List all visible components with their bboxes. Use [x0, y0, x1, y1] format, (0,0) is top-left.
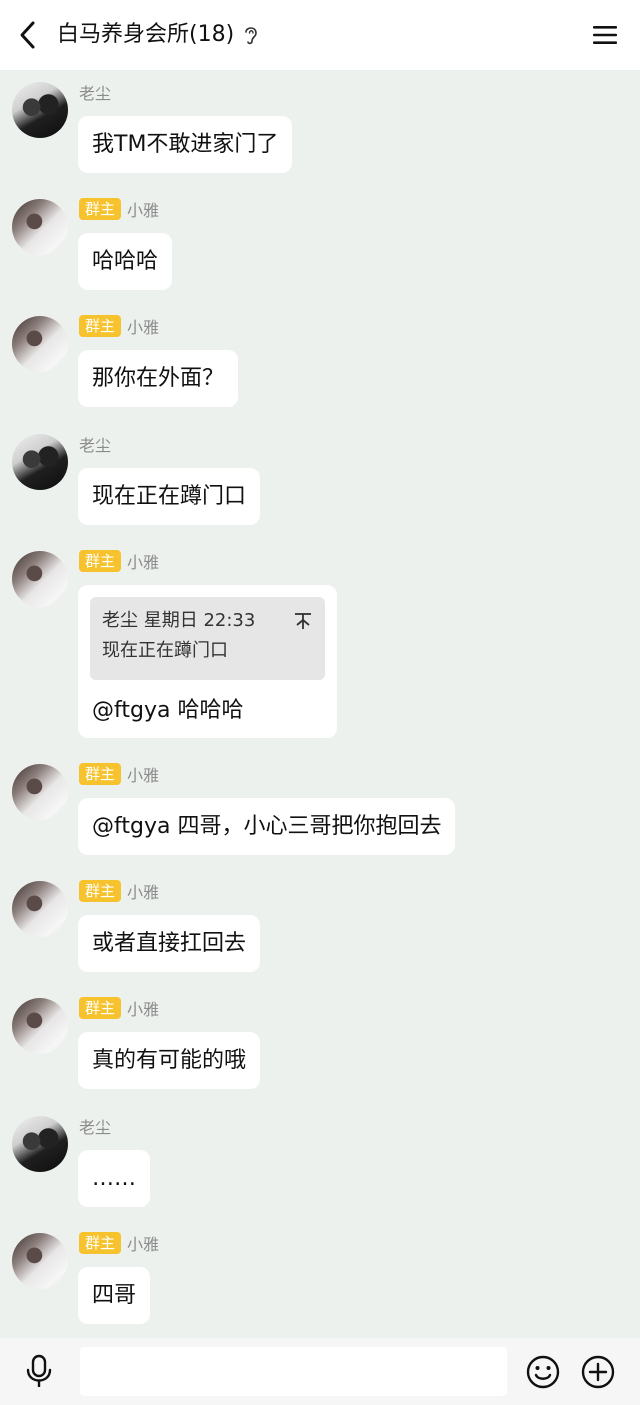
sender-row: 老尘: [79, 81, 111, 103]
group-owner-badge: 群主: [79, 550, 122, 572]
smiley-icon: [526, 1355, 560, 1389]
menu-button[interactable]: [590, 20, 620, 50]
quote-reply-bubble[interactable]: 老尘 星期日 22:33 现在正在蹲门口 @ftgya 哈哈哈: [78, 585, 337, 738]
chat-header: 白马养身会所(18): [0, 0, 640, 70]
sender-name: 老尘: [79, 84, 112, 103]
sender-row: 群主 小雅: [79, 198, 159, 220]
microphone-icon: [26, 1354, 52, 1387]
sender-name: 小雅: [127, 883, 160, 902]
avatar[interactable]: [12, 998, 68, 1054]
sender-row: 老尘: [79, 433, 111, 455]
message-bubble[interactable]: ……: [78, 1150, 150, 1207]
avatar[interactable]: [12, 316, 68, 372]
sender-name: 老尘: [79, 1118, 112, 1137]
message-bubble[interactable]: 那你在外面？: [78, 350, 239, 407]
sender-name: 小雅: [127, 553, 160, 572]
message-bubble[interactable]: 或者直接扛回去: [78, 915, 261, 972]
group-owner-badge: 群主: [79, 997, 122, 1019]
jump-to-quote-icon[interactable]: [293, 611, 313, 631]
quote-text: 现在正在蹲门口: [102, 640, 228, 661]
sender-row: 老尘: [79, 1115, 111, 1137]
avatar[interactable]: [12, 1233, 68, 1289]
avatar[interactable]: [12, 1116, 68, 1172]
sender-name: 小雅: [127, 1000, 160, 1019]
message-bubble[interactable]: 我TM不敢进家门了: [78, 116, 293, 173]
avatar[interactable]: [12, 82, 68, 138]
sender-name: 小雅: [127, 766, 160, 785]
emoji-button[interactable]: [525, 1354, 561, 1390]
message-bubble[interactable]: 哈哈哈: [78, 233, 173, 290]
message-bubble[interactable]: 真的有可能的哦: [78, 1032, 261, 1089]
sender-name: 小雅: [127, 1235, 160, 1254]
voice-button[interactable]: [22, 1354, 56, 1388]
avatar[interactable]: [12, 881, 68, 937]
plus-circle-icon: [581, 1355, 615, 1389]
avatar[interactable]: [12, 199, 68, 255]
group-owner-badge: 群主: [79, 763, 122, 785]
sender-name: 老尘: [79, 436, 112, 455]
message-bubble[interactable]: 现在正在蹲门口: [78, 468, 261, 525]
sender-row: 群主 小雅: [79, 550, 159, 572]
message-input[interactable]: [80, 1347, 507, 1396]
group-owner-badge: 群主: [79, 198, 122, 220]
reply-text: @ftgya 哈哈哈: [92, 698, 244, 723]
group-owner-badge: 群主: [79, 1232, 122, 1254]
sender-row: 群主 小雅: [79, 880, 159, 902]
back-button[interactable]: [10, 17, 46, 53]
chat-title-wrap[interactable]: 白马养身会所(18): [57, 18, 260, 52]
avatar[interactable]: [12, 434, 68, 490]
more-button[interactable]: [580, 1354, 616, 1390]
chat-title: 白马养身会所(18): [57, 22, 235, 47]
ear-icon: [242, 24, 260, 46]
sender-row: 群主 小雅: [79, 1232, 159, 1254]
message-bubble[interactable]: @ftgya 四哥，小心三哥把你抱回去: [78, 798, 456, 855]
avatar[interactable]: [12, 764, 68, 820]
input-bar: [0, 1338, 640, 1405]
sender-name: 小雅: [127, 201, 160, 220]
hamburger-menu-icon: [593, 26, 617, 44]
sender-row: 群主 小雅: [79, 763, 159, 785]
sender-row: 群主 小雅: [79, 997, 159, 1019]
sender-name: 小雅: [127, 318, 160, 337]
sender-row: 群主 小雅: [79, 315, 159, 337]
group-owner-badge: 群主: [79, 315, 122, 337]
chevron-left-icon: [20, 21, 35, 49]
quote-header: 老尘 星期日 22:33: [102, 610, 256, 631]
quoted-message[interactable]: 老尘 星期日 22:33 现在正在蹲门口: [90, 597, 325, 680]
avatar[interactable]: [12, 551, 68, 607]
message-bubble[interactable]: 四哥: [78, 1267, 151, 1324]
message-list[interactable]: 老尘 我TM不敢进家门了 群主 小雅 哈哈哈 群主 小雅 那你在外面？ 老尘 现…: [0, 70, 640, 1338]
group-owner-badge: 群主: [79, 880, 122, 902]
